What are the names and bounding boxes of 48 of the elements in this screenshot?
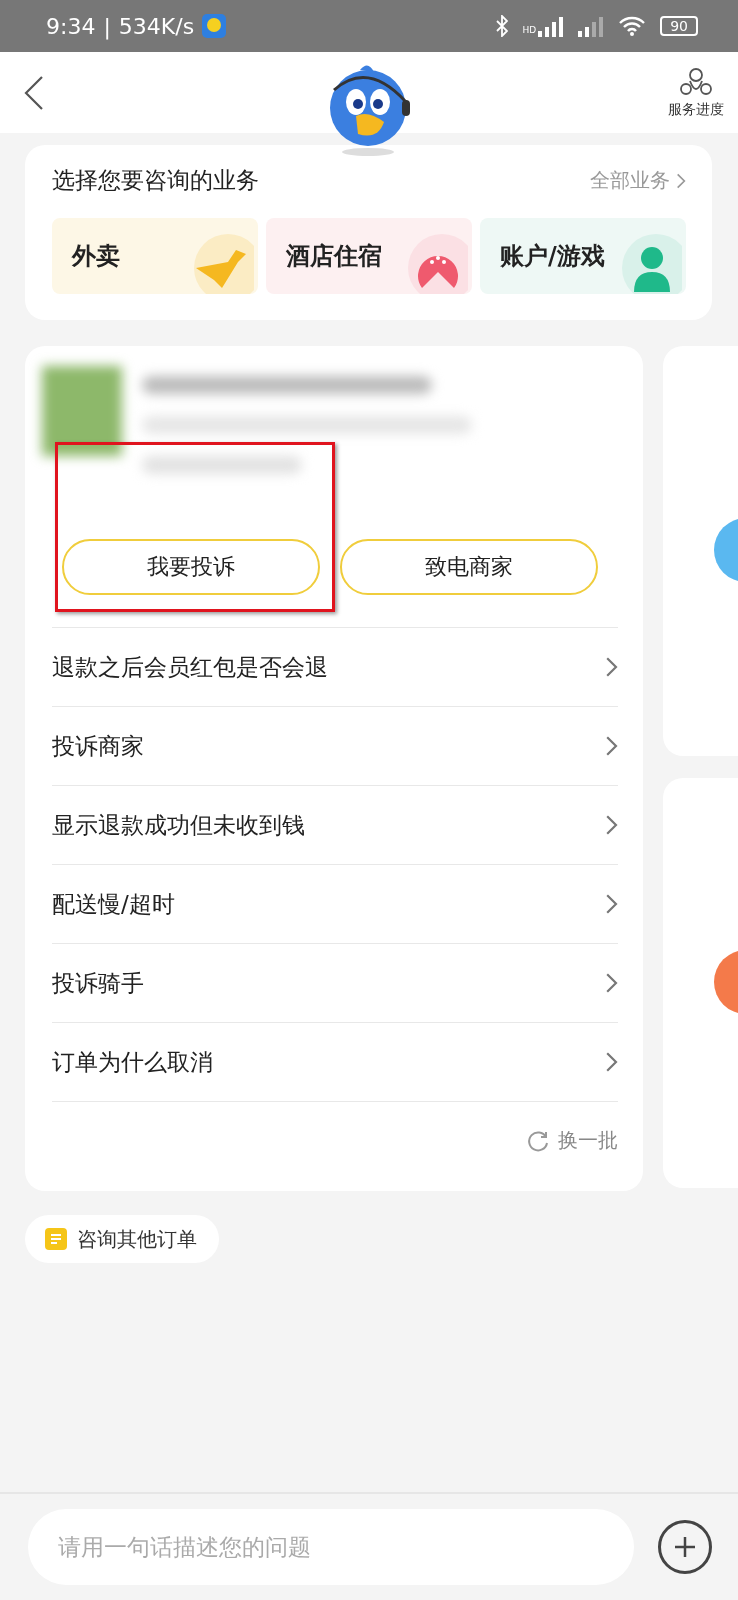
battery-indicator: 90 — [660, 16, 698, 36]
chevron-right-icon — [604, 656, 618, 678]
hd-label: HD — [522, 25, 537, 35]
question-text: 投诉骑手 — [52, 968, 144, 998]
other-orders-button[interactable]: 咨询其他订单 — [25, 1215, 219, 1263]
question-row[interactable]: 退款之后会员红包是否会退 — [52, 627, 618, 706]
business-tile[interactable]: 酒店住宿 — [266, 218, 472, 294]
section-title: 选择您要咨询的业务 — [52, 166, 259, 195]
action-button[interactable]: 致电商家 — [340, 539, 598, 595]
chevron-right-icon — [604, 972, 618, 994]
business-tile[interactable]: 外卖 — [52, 218, 258, 294]
signal-icon — [578, 15, 605, 37]
plus-icon — [673, 1535, 697, 1559]
question-input[interactable]: 请用一句话描述您的问题 — [28, 1509, 634, 1585]
tile-label: 外卖 — [72, 241, 120, 272]
question-text: 投诉商家 — [52, 731, 144, 761]
chevron-right-icon — [604, 893, 618, 915]
network-icon — [680, 66, 712, 97]
network-speed: 534K/s — [118, 13, 195, 39]
question-row[interactable]: 订单为什么取消 — [52, 1022, 618, 1101]
chevron-right-icon — [604, 814, 618, 836]
question-text: 显示退款成功但未收到钱 — [52, 810, 305, 840]
question-row[interactable]: 投诉骑手 — [52, 943, 618, 1022]
separator: | — [103, 13, 111, 39]
action-button[interactable]: 我要投诉 — [62, 539, 320, 595]
note-icon — [45, 1228, 67, 1250]
refresh-button[interactable]: 换一批 — [52, 1101, 618, 1179]
app-notification-icon — [202, 14, 227, 38]
question-text: 配送慢/超时 — [52, 889, 175, 919]
business-tile[interactable]: 账户/游戏 — [480, 218, 686, 294]
bluetooth-icon — [496, 15, 509, 37]
question-row[interactable]: 配送慢/超时 — [52, 864, 618, 943]
add-button[interactable] — [658, 1520, 712, 1574]
status-time: 9:34 — [46, 13, 96, 39]
service-progress-button[interactable]: 服务进度 — [668, 66, 724, 119]
chevron-right-icon — [604, 735, 618, 757]
chevron-right-icon — [604, 1051, 618, 1073]
signal-icon — [538, 15, 565, 37]
wifi-icon — [618, 15, 647, 37]
question-row[interactable]: 显示退款成功但未收到钱 — [52, 785, 618, 864]
refresh-icon — [526, 1128, 550, 1153]
question-text: 退款之后会员红包是否会退 — [52, 652, 328, 682]
tile-label: 账户/游戏 — [500, 241, 605, 272]
question-text: 订单为什么取消 — [52, 1047, 213, 1077]
question-row[interactable]: 投诉商家 — [52, 706, 618, 785]
back-icon[interactable] — [24, 74, 44, 111]
chevron-right-icon — [676, 171, 686, 190]
tile-label: 酒店住宿 — [286, 241, 382, 272]
